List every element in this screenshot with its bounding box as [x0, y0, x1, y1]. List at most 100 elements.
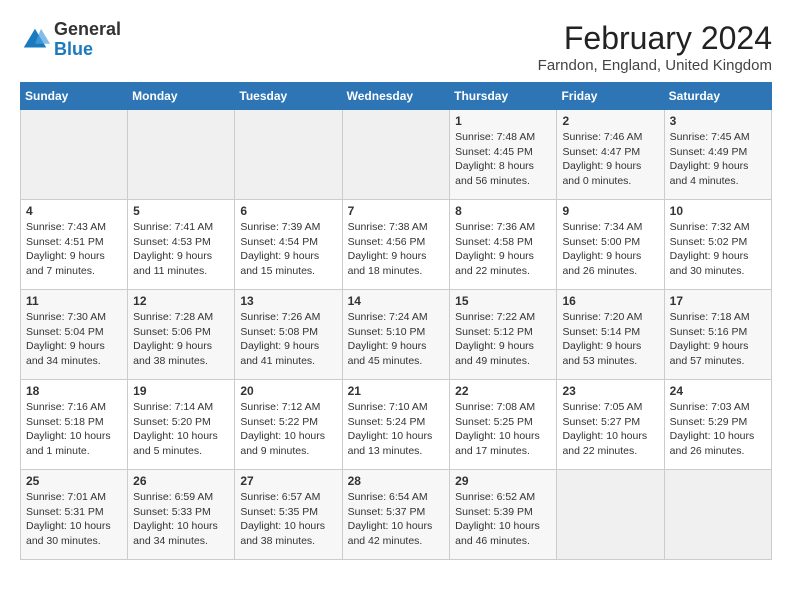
header-wednesday: Wednesday — [342, 83, 450, 110]
logo-blue: Blue — [54, 40, 121, 60]
calendar-cell: 16Sunrise: 7:20 AMSunset: 5:14 PMDayligh… — [557, 290, 664, 380]
logo-general: General — [54, 20, 121, 40]
page-header: General Blue February 2024 Farndon, Engl… — [20, 20, 772, 74]
calendar-cell — [21, 110, 128, 200]
day-info: Sunrise: 6:59 AMSunset: 5:33 PMDaylight:… — [133, 490, 229, 549]
calendar-cell: 4 Sunrise: 7:43 AMSunset: 4:51 PMDaylight… — [21, 200, 128, 290]
calendar-cell: 18 Sunrise: 7:16 AMSunset: 5:18 PMDayligh… — [21, 380, 128, 470]
calendar-cell: 6 Sunrise: 7:39 AMSunset: 4:54 PMDaylight… — [235, 200, 342, 290]
day-info: Sunrise: 7:36 AMSunset: 4:58 PMDaylight:… — [455, 220, 551, 279]
calendar-cell: 14 Sunrise: 7:24 AMSunset: 5:10 PMDayligh… — [342, 290, 450, 380]
day-info: Sunrise: 7:20 AMSunset: 5:14 PMDaylight:… — [562, 310, 658, 369]
calendar-cell: 15 Sunrise: 7:22 AMSunset: 5:12 PMDayligh… — [450, 290, 557, 380]
calendar-week-row: 4 Sunrise: 7:43 AMSunset: 4:51 PMDaylight… — [21, 200, 772, 290]
calendar-cell: 12 Sunrise: 7:28 AMSunset: 5:06 PMDayligh… — [128, 290, 235, 380]
calendar-cell: 17Sunrise: 7:18 AMSunset: 5:16 PMDayligh… — [664, 290, 771, 380]
day-number: 3 — [670, 114, 766, 128]
day-info: Sunrise: 7:24 AMSunset: 5:10 PMDaylight:… — [348, 310, 445, 369]
day-info: Sunrise: 7:30 AMSunset: 5:04 PMDaylight:… — [26, 310, 122, 369]
calendar-cell: 3 Sunrise: 7:45 AMSunset: 4:49 PMDaylight… — [664, 110, 771, 200]
day-info: Sunrise: 7:26 AMSunset: 5:08 PMDaylight:… — [240, 310, 336, 369]
day-info: Sunrise: 6:52 AMSunset: 5:39 PMDaylight:… — [455, 490, 551, 549]
day-number: 13 — [240, 294, 336, 308]
day-info: Sunrise: 6:54 AMSunset: 5:37 PMDaylight:… — [348, 490, 445, 549]
calendar-cell: 28Sunrise: 6:54 AMSunset: 5:37 PMDayligh… — [342, 470, 450, 560]
day-number: 7 — [348, 204, 445, 218]
day-number: 2 — [562, 114, 658, 128]
day-number: 18 — [26, 384, 122, 398]
day-info: Sunrise: 7:34 AMSunset: 5:00 PMDaylight:… — [562, 220, 658, 279]
day-number: 26 — [133, 474, 229, 488]
header-sunday: Sunday — [21, 83, 128, 110]
calendar-cell — [557, 470, 664, 560]
calendar-cell: 9 Sunrise: 7:34 AMSunset: 5:00 PMDaylight… — [557, 200, 664, 290]
day-info: Sunrise: 7:01 AMSunset: 5:31 PMDaylight:… — [26, 490, 122, 549]
day-info: Sunrise: 7:45 AMSunset: 4:49 PMDaylight:… — [670, 130, 766, 189]
calendar-cell — [235, 110, 342, 200]
location: Farndon, England, United Kingdom — [538, 57, 772, 74]
day-info: Sunrise: 7:41 AMSunset: 4:53 PMDaylight:… — [133, 220, 229, 279]
calendar-cell: 20Sunrise: 7:12 AMSunset: 5:22 PMDayligh… — [235, 380, 342, 470]
header-thursday: Thursday — [450, 83, 557, 110]
day-number: 12 — [133, 294, 229, 308]
header-friday: Friday — [557, 83, 664, 110]
calendar-table: SundayMondayTuesdayWednesdayThursdayFrid… — [20, 82, 772, 560]
day-number: 8 — [455, 204, 551, 218]
header-monday: Monday — [128, 83, 235, 110]
day-number: 24 — [670, 384, 766, 398]
calendar-cell: 22 Sunrise: 7:08 AMSunset: 5:25 PMDayligh… — [450, 380, 557, 470]
day-number: 27 — [240, 474, 336, 488]
calendar-cell: 25Sunrise: 7:01 AMSunset: 5:31 PMDayligh… — [21, 470, 128, 560]
day-info: Sunrise: 7:38 AMSunset: 4:56 PMDaylight:… — [348, 220, 445, 279]
day-info: Sunrise: 7:46 AMSunset: 4:47 PMDaylight:… — [562, 130, 658, 189]
calendar-cell: 1 Sunrise: 7:48 AMSunset: 4:45 PMDaylight… — [450, 110, 557, 200]
day-number: 21 — [348, 384, 445, 398]
day-number: 5 — [133, 204, 229, 218]
day-info: Sunrise: 7:39 AMSunset: 4:54 PMDaylight:… — [240, 220, 336, 279]
day-number: 9 — [562, 204, 658, 218]
title-section: February 2024 Farndon, England, United K… — [538, 20, 772, 74]
logo-icon — [20, 25, 50, 55]
day-number: 11 — [26, 294, 122, 308]
calendar-cell: 21Sunrise: 7:10 AMSunset: 5:24 PMDayligh… — [342, 380, 450, 470]
day-info: Sunrise: 7:48 AMSunset: 4:45 PMDaylight:… — [455, 130, 551, 189]
day-info: Sunrise: 7:03 AMSunset: 5:29 PMDaylight:… — [670, 400, 766, 459]
day-info: Sunrise: 7:18 AMSunset: 5:16 PMDaylight:… — [670, 310, 766, 369]
calendar-cell — [342, 110, 450, 200]
day-info: Sunrise: 7:16 AMSunset: 5:18 PMDaylight:… — [26, 400, 122, 459]
calendar-header-row: SundayMondayTuesdayWednesdayThursdayFrid… — [21, 83, 772, 110]
logo: General Blue — [20, 20, 121, 60]
calendar-cell: 2 Sunrise: 7:46 AMSunset: 4:47 PMDaylight… — [557, 110, 664, 200]
day-number: 6 — [240, 204, 336, 218]
calendar-cell: 27 Sunrise: 6:57 AMSunset: 5:35 PMDayligh… — [235, 470, 342, 560]
calendar-cell: 5 Sunrise: 7:41 AMSunset: 4:53 PMDaylight… — [128, 200, 235, 290]
day-info: Sunrise: 6:57 AMSunset: 5:35 PMDaylight:… — [240, 490, 336, 549]
month-title: February 2024 — [538, 20, 772, 57]
day-number: 15 — [455, 294, 551, 308]
calendar-cell — [664, 470, 771, 560]
calendar-cell: 24 Sunrise: 7:03 AMSunset: 5:29 PMDayligh… — [664, 380, 771, 470]
day-number: 14 — [348, 294, 445, 308]
calendar-week-row: 11 Sunrise: 7:30 AMSunset: 5:04 PMDayligh… — [21, 290, 772, 380]
day-number: 22 — [455, 384, 551, 398]
header-tuesday: Tuesday — [235, 83, 342, 110]
day-number: 23 — [562, 384, 658, 398]
day-info: Sunrise: 7:22 AMSunset: 5:12 PMDaylight:… — [455, 310, 551, 369]
day-info: Sunrise: 7:32 AMSunset: 5:02 PMDaylight:… — [670, 220, 766, 279]
day-number: 10 — [670, 204, 766, 218]
calendar-cell — [128, 110, 235, 200]
day-number: 1 — [455, 114, 551, 128]
day-number: 19 — [133, 384, 229, 398]
calendar-cell: 13 Sunrise: 7:26 AMSunset: 5:08 PMDayligh… — [235, 290, 342, 380]
day-info: Sunrise: 7:14 AMSunset: 5:20 PMDaylight:… — [133, 400, 229, 459]
day-info: Sunrise: 7:05 AMSunset: 5:27 PMDaylight:… — [562, 400, 658, 459]
calendar-cell: 11 Sunrise: 7:30 AMSunset: 5:04 PMDayligh… — [21, 290, 128, 380]
day-info: Sunrise: 7:43 AMSunset: 4:51 PMDaylight:… — [26, 220, 122, 279]
logo-text: General Blue — [54, 20, 121, 60]
calendar-cell: 8 Sunrise: 7:36 AMSunset: 4:58 PMDaylight… — [450, 200, 557, 290]
day-info: Sunrise: 7:28 AMSunset: 5:06 PMDaylight:… — [133, 310, 229, 369]
day-number: 20 — [240, 384, 336, 398]
calendar-cell: 29Sunrise: 6:52 AMSunset: 5:39 PMDayligh… — [450, 470, 557, 560]
day-info: Sunrise: 7:08 AMSunset: 5:25 PMDaylight:… — [455, 400, 551, 459]
day-number: 4 — [26, 204, 122, 218]
